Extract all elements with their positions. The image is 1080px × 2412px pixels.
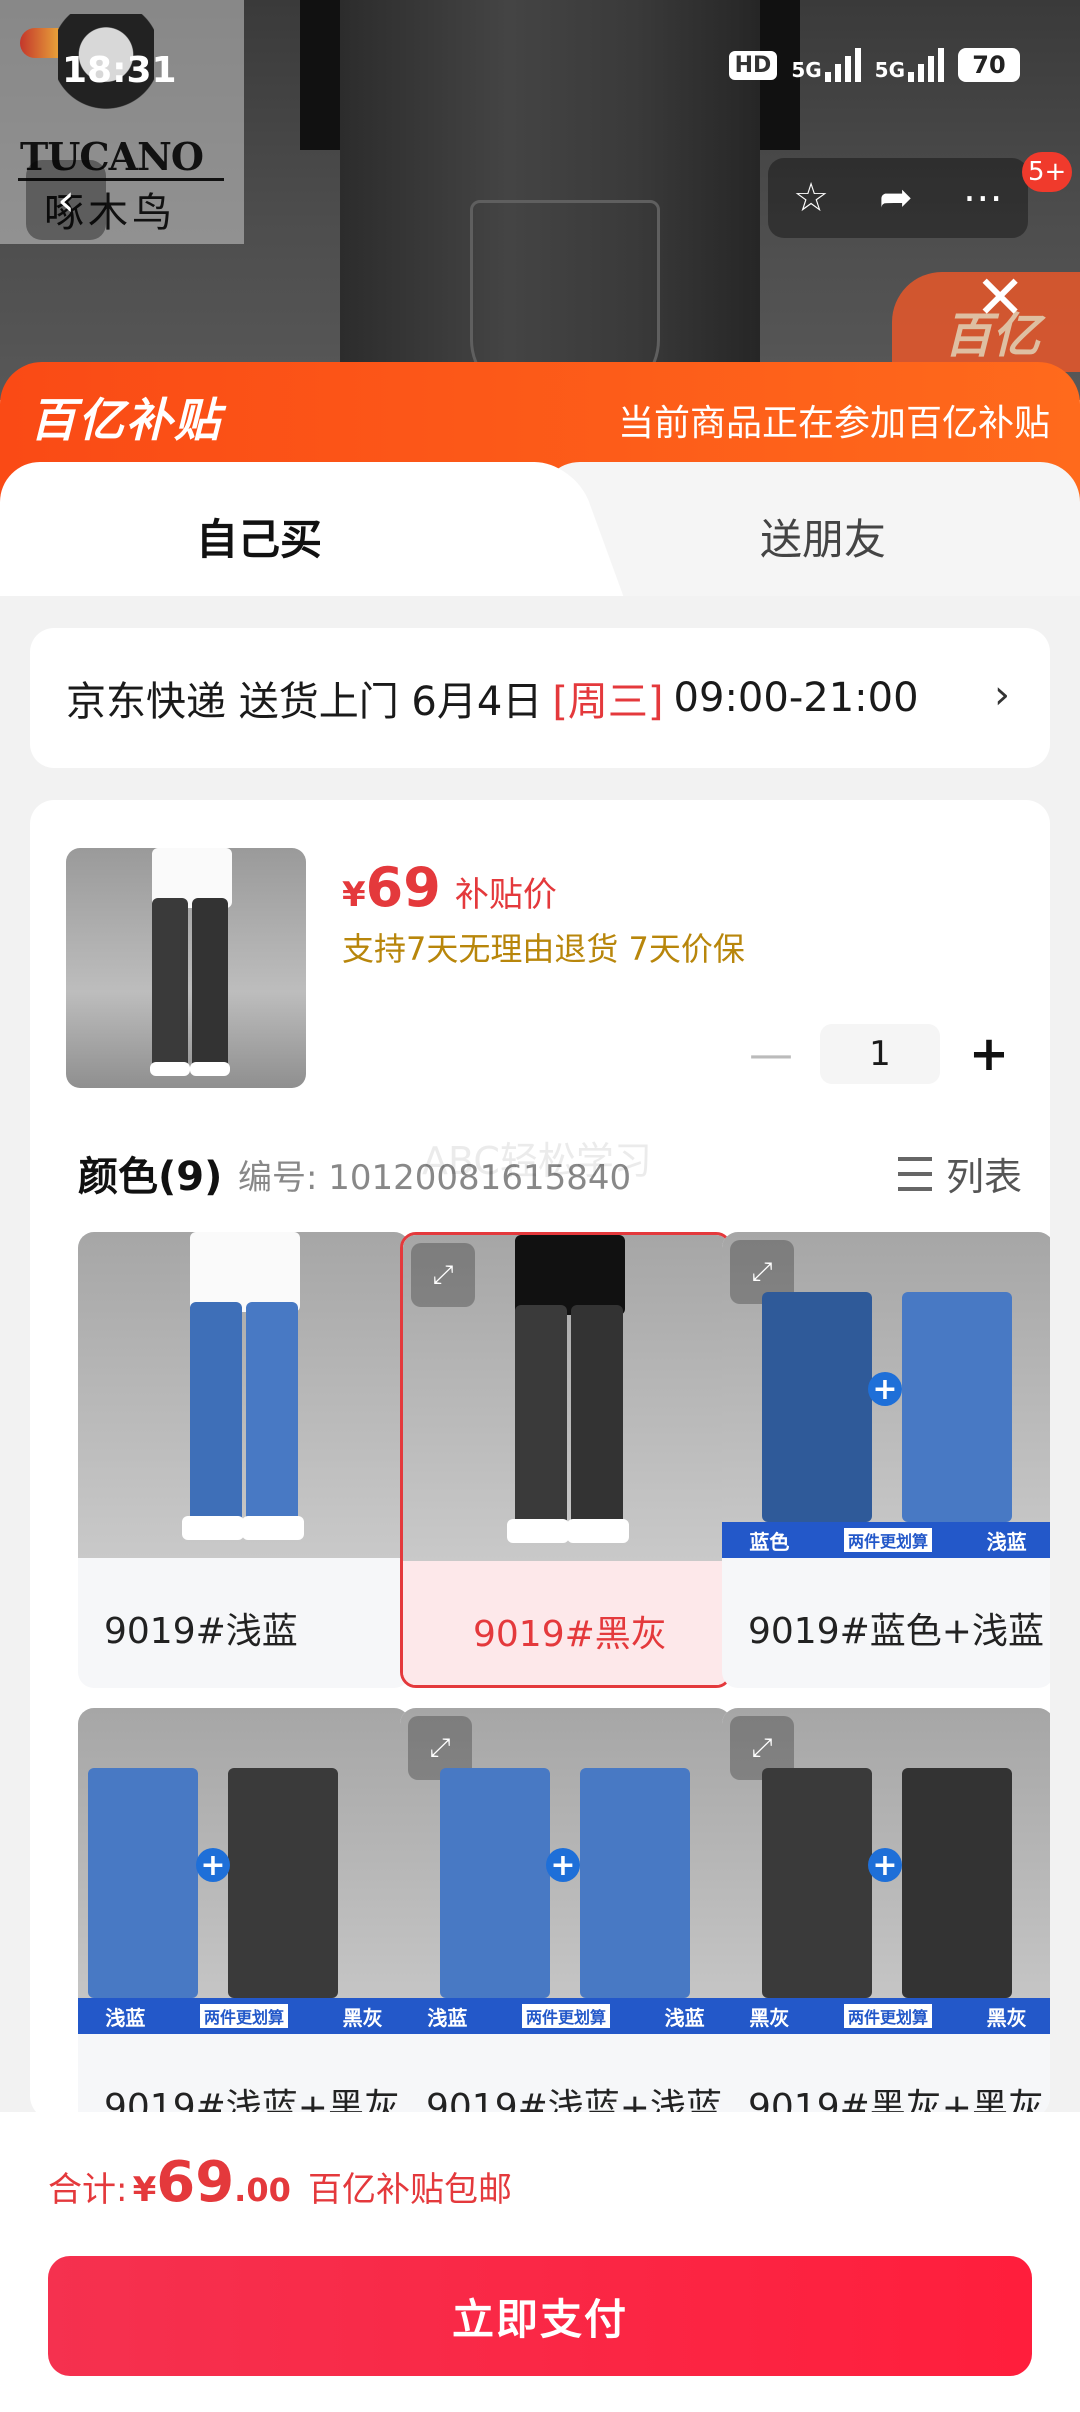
strip-right: 浅蓝: [986, 1529, 1027, 1554]
status-icons: HD 5G 5G 70: [728, 48, 1020, 82]
plus-button[interactable]: +: [964, 1026, 1014, 1082]
chevron-left-icon: ‹: [57, 174, 75, 226]
color-option-image: [78, 1232, 410, 1558]
list-icon: [897, 1156, 932, 1191]
plus-icon: +: [868, 1372, 902, 1407]
plus-icon: +: [868, 1848, 902, 1883]
delivery-text: 京东快递 送货上门 6月4日: [66, 679, 543, 725]
delivery-time: 09:00-21:00: [673, 675, 919, 721]
subsidy-logo: 百亿补贴: [30, 393, 222, 447]
strip-mid: 两件更划算: [521, 2004, 610, 2028]
color-option-image: ⤢ + 浅蓝 两件更划算 浅蓝: [400, 1708, 732, 2034]
price-value: 69: [365, 856, 441, 919]
strip-mid: 两件更划算: [199, 2004, 288, 2028]
total-int: 69: [156, 2150, 235, 2215]
tab-self-buy-label[interactable]: 自己买: [196, 506, 322, 567]
color-option-image: ⤢ + 黑灰 两件更划算 黑灰: [722, 1708, 1050, 2034]
color-option[interactable]: ⤢ + 蓝色 两件更划算 浅蓝 9019#蓝色+浅蓝: [722, 1232, 1050, 1688]
top-actions: ☆ ➦ ⋯: [768, 158, 1028, 238]
product-thumbnail[interactable]: [66, 848, 306, 1088]
subsidy-note: 当前商品正在参加百亿补贴: [617, 403, 1050, 444]
bundle-strip: 浅蓝 两件更划算 浅蓝: [400, 1998, 732, 2034]
more-icon[interactable]: ⋯: [963, 175, 1003, 221]
battery-icon: 70: [958, 48, 1020, 82]
color-option[interactable]: + 浅蓝 两件更划算 黑灰 9019#浅蓝+黑灰: [78, 1708, 410, 2120]
signal-icon-1: 5G: [791, 48, 861, 82]
net-type-1: 5G: [791, 58, 822, 82]
expand-icon[interactable]: ⤢: [411, 1243, 475, 1307]
chevron-right-icon: ›: [994, 672, 1010, 718]
strip-right: 浅蓝: [664, 2005, 705, 2030]
color-option-label: 9019#蓝色+浅蓝: [748, 1611, 1044, 1652]
plus-icon: +: [546, 1848, 580, 1883]
list-view-toggle[interactable]: 列表: [897, 1146, 1022, 1201]
strip-left: 黑灰: [749, 2005, 790, 2030]
color-option-image: + 浅蓝 两件更划算 黑灰: [78, 1708, 410, 2034]
quantity-stepper: — 1 +: [746, 1024, 1014, 1084]
color-option-image: ⤢ + 蓝色 两件更划算 浅蓝: [722, 1232, 1050, 1558]
bundle-strip: 浅蓝 两件更划算 黑灰: [78, 1998, 410, 2034]
list-label: 列表: [945, 1155, 1022, 1199]
delivery-row[interactable]: 京东快递 送货上门 6月4日 [周三] 09:00-21:00 ›: [30, 628, 1050, 768]
share-icon[interactable]: ➦: [879, 175, 913, 221]
color-option-selected[interactable]: ⤢ 9019#黑灰: [400, 1232, 732, 1688]
pay-now-button[interactable]: 立即支付: [48, 2256, 1032, 2376]
strip-left: 浅蓝: [105, 2005, 146, 2030]
total-currency: ¥: [132, 2170, 157, 2210]
color-option[interactable]: 9019#浅蓝: [78, 1232, 410, 1688]
color-option[interactable]: ⤢ + 浅蓝 两件更划算 浅蓝 9019#浅蓝+浅蓝: [400, 1708, 732, 2120]
price-currency: ¥: [342, 875, 366, 915]
hd-icon: HD: [728, 50, 778, 80]
product-hero-image: TUCANO 啄木鸟 18:31 HD 5G 5G 70 ‹ ☆ ➦ ⋯ 5+ …: [0, 0, 1080, 400]
color-option-label: 9019#黑灰: [473, 1614, 667, 1655]
price-label: 补贴价: [454, 875, 557, 915]
message-badge: 5+: [1022, 152, 1073, 192]
product-card: ¥69 补贴价 支持7天无理由退货 7天价保 — 1 + 颜色(9) 编号: 10…: [30, 800, 1050, 2120]
subsidy-price: ¥69 补贴价: [342, 856, 557, 919]
delivery-weekday: [周三]: [552, 679, 664, 725]
plus-icon: +: [196, 1848, 230, 1883]
color-option[interactable]: ⤢ + 黑灰 两件更划算 黑灰 9019#黑灰+黑灰: [722, 1708, 1050, 2120]
total-note: 百亿补贴包邮: [307, 2170, 512, 2210]
strip-mid: 两件更划算: [843, 2004, 932, 2028]
strip-right: 黑灰: [986, 2005, 1027, 2030]
tab-gift-label[interactable]: 送朋友: [760, 506, 886, 567]
checkout-footer: 合计: ¥69.00 百亿补贴包邮 立即支付: [0, 2112, 1080, 2412]
back-button[interactable]: ‹: [26, 160, 106, 240]
order-total: 合计: ¥69.00 百亿补贴包邮: [48, 2150, 512, 2215]
total-label: 合计:: [48, 2170, 128, 2210]
purchase-tabs: 自己买 送朋友: [0, 462, 1080, 602]
service-guarantee: 支持7天无理由退货 7天价保: [342, 930, 745, 968]
strip-mid: 两件更划算: [843, 1528, 932, 1552]
minus-button[interactable]: —: [746, 1029, 796, 1080]
strip-left: 蓝色: [749, 1529, 790, 1554]
signal-icon-2: 5G: [875, 48, 944, 82]
quantity-input[interactable]: 1: [820, 1024, 940, 1084]
color-title: 颜色(9): [78, 1154, 223, 1200]
total-dec: .00: [234, 2171, 291, 2209]
watermark: ABC轻松学习: [422, 1139, 652, 1183]
bundle-strip: 黑灰 两件更划算 黑灰: [722, 1998, 1050, 2034]
strip-right: 黑灰: [342, 2005, 383, 2030]
net-type-2: 5G: [874, 58, 905, 82]
color-option-image: ⤢: [403, 1235, 729, 1561]
color-option-label: 9019#浅蓝: [104, 1611, 298, 1652]
star-icon[interactable]: ☆: [793, 175, 829, 221]
close-icon[interactable]: ✕: [975, 268, 1025, 328]
strip-left: 浅蓝: [427, 2005, 468, 2030]
bundle-strip: 蓝色 两件更划算 浅蓝: [722, 1522, 1050, 1558]
status-time: 18:31: [62, 50, 177, 91]
